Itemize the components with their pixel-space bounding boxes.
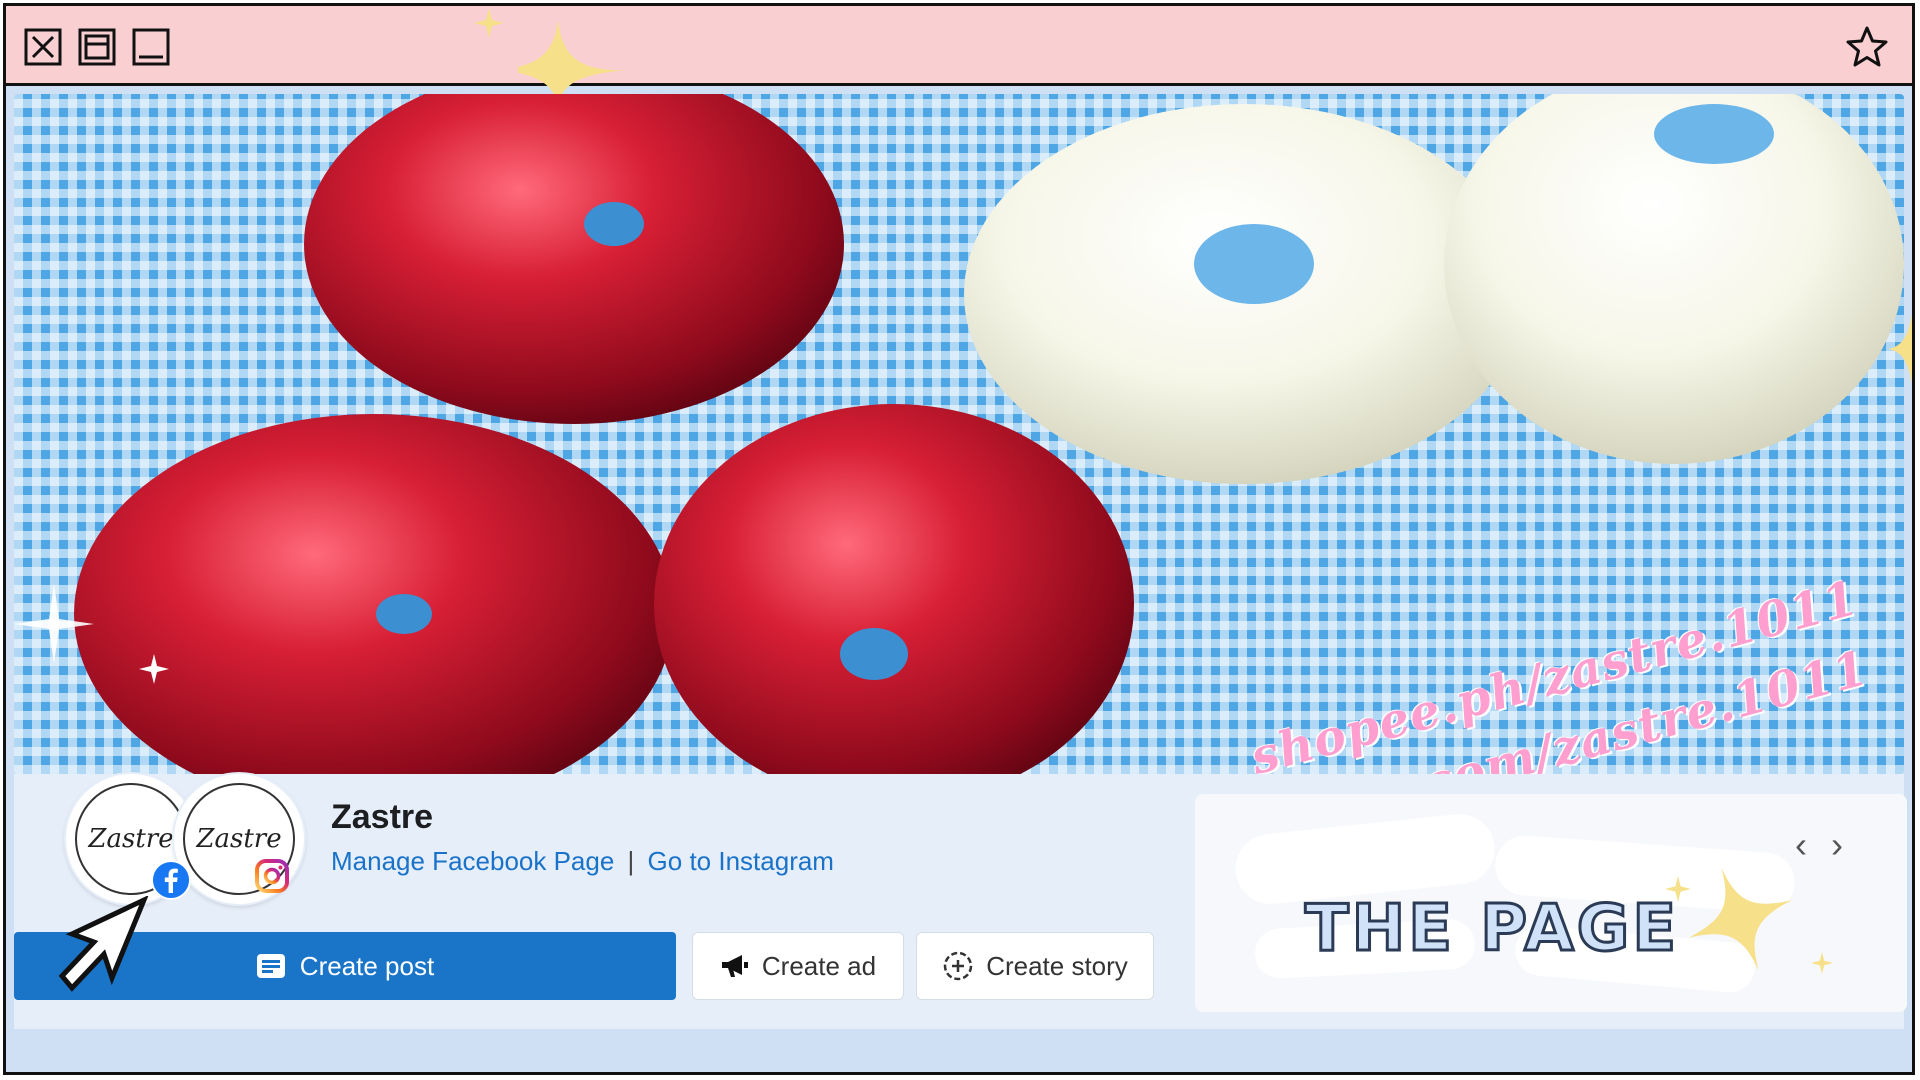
create-ad-button[interactable]: Create ad: [692, 932, 904, 1000]
close-icon[interactable]: [24, 28, 62, 66]
title-bar: [6, 6, 1912, 86]
instagram-icon: [255, 859, 289, 893]
browser-window: shopee.ph/zastre.1011 www.instagram.com/…: [3, 3, 1915, 1075]
add-story-icon: [943, 951, 973, 981]
side-card: THE PAGE ‹ ›: [1195, 794, 1907, 1012]
next-arrow-icon[interactable]: ›: [1831, 824, 1843, 866]
facebook-icon: [151, 860, 191, 900]
the-page-heading: THE PAGE: [1303, 891, 1680, 968]
page-title: Zastre: [331, 798, 434, 836]
post-icon: [256, 954, 285, 978]
manage-facebook-page-link[interactable]: Manage Facebook Page: [331, 846, 614, 876]
page-info-panel: Zastre Zastre Zastre Manage Facebook Pag…: [14, 774, 1907, 1029]
create-story-button[interactable]: Create story: [916, 932, 1154, 1000]
star-icon[interactable]: [1844, 24, 1890, 70]
prev-arrow-icon[interactable]: ‹: [1795, 824, 1807, 866]
bottom-strip: [6, 1029, 1912, 1072]
megaphone-icon: [721, 955, 748, 977]
maximize-icon[interactable]: [78, 28, 116, 66]
page-links: Manage Facebook Page | Go to Instagram: [331, 846, 834, 877]
link-separator: |: [627, 846, 635, 876]
create-story-label: Create story: [986, 950, 1128, 981]
minimize-icon[interactable]: [132, 28, 170, 66]
create-ad-label: Create ad: [761, 950, 877, 981]
create-post-label: Create post: [299, 950, 435, 981]
cursor-icon: [58, 896, 149, 992]
go-to-instagram-link[interactable]: Go to Instagram: [648, 846, 834, 876]
cover-photo: shopee.ph/zastre.1011 www.instagram.com/…: [14, 94, 1904, 774]
sparkle-star-small-icon: [1811, 952, 1833, 974]
